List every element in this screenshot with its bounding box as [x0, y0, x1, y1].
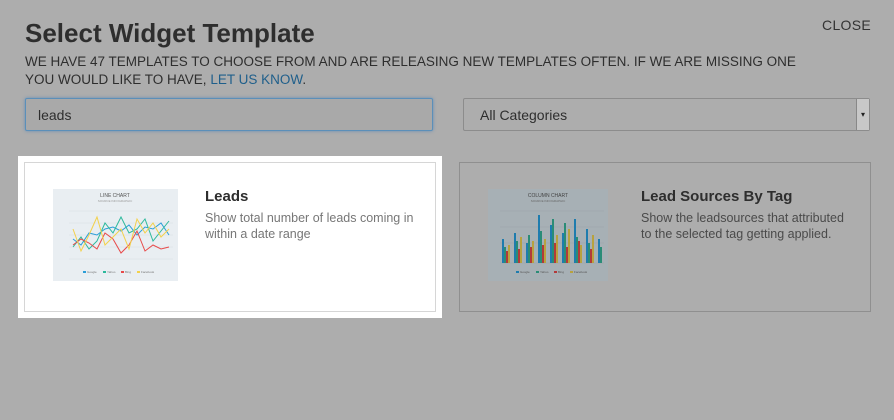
- thumb-legend-3: Bing: [558, 270, 564, 274]
- template-title: Leads: [205, 188, 249, 205]
- thumb-legend-4: Facebook: [141, 270, 155, 274]
- dialog-subtitle: WE HAVE 47 TEMPLATES TO CHOOSE FROM AND …: [25, 53, 805, 89]
- search-input[interactable]: [25, 98, 433, 131]
- line-chart-thumbnail: LINE CHART SOURCE INFOGRAPHIC Google Yah…: [53, 189, 178, 281]
- subtitle-end: .: [302, 72, 307, 87]
- category-select[interactable]: All Categories ▾: [463, 98, 870, 131]
- thumb-legend-1: Google: [87, 270, 97, 274]
- template-card-leads[interactable]: LINE CHART SOURCE INFOGRAPHIC Google Yah…: [18, 156, 442, 318]
- thumb-legend-2: Yahoo: [540, 270, 549, 274]
- thumb-legend-2: Yahoo: [107, 270, 116, 274]
- thumb-chart-subtitle: SOURCE INFOGRAPHIC: [98, 199, 133, 203]
- dialog-title: Select Widget Template: [25, 18, 315, 48]
- thumb-legend-3: Bing: [125, 270, 131, 274]
- template-description: Show the leadsources that attributed to …: [641, 211, 844, 241]
- template-title: Lead Sources By Tag: [641, 188, 793, 205]
- subtitle-text: WE HAVE 47 TEMPLATES TO CHOOSE FROM AND …: [25, 54, 796, 87]
- thumb-legend-4: Facebook: [574, 270, 588, 274]
- column-chart-thumbnail: COLUMN CHART SOURCE INFOGRAPHIC Google Y…: [488, 189, 608, 281]
- close-button[interactable]: CLOSE: [822, 17, 871, 33]
- thumb-chart-subtitle: SOURCE INFOGRAPHIC: [531, 199, 566, 203]
- category-select-value: All Categories: [480, 106, 568, 123]
- template-card-lead-sources-by-tag[interactable]: COLUMN CHART SOURCE INFOGRAPHIC Google Y…: [459, 162, 871, 312]
- thumb-legend-1: Google: [520, 270, 530, 274]
- select-arrow-icon[interactable]: ▾: [856, 99, 869, 130]
- template-description: Show total number of leads coming in wit…: [205, 211, 414, 241]
- let-us-know-link[interactable]: LET US KNOW: [210, 72, 302, 87]
